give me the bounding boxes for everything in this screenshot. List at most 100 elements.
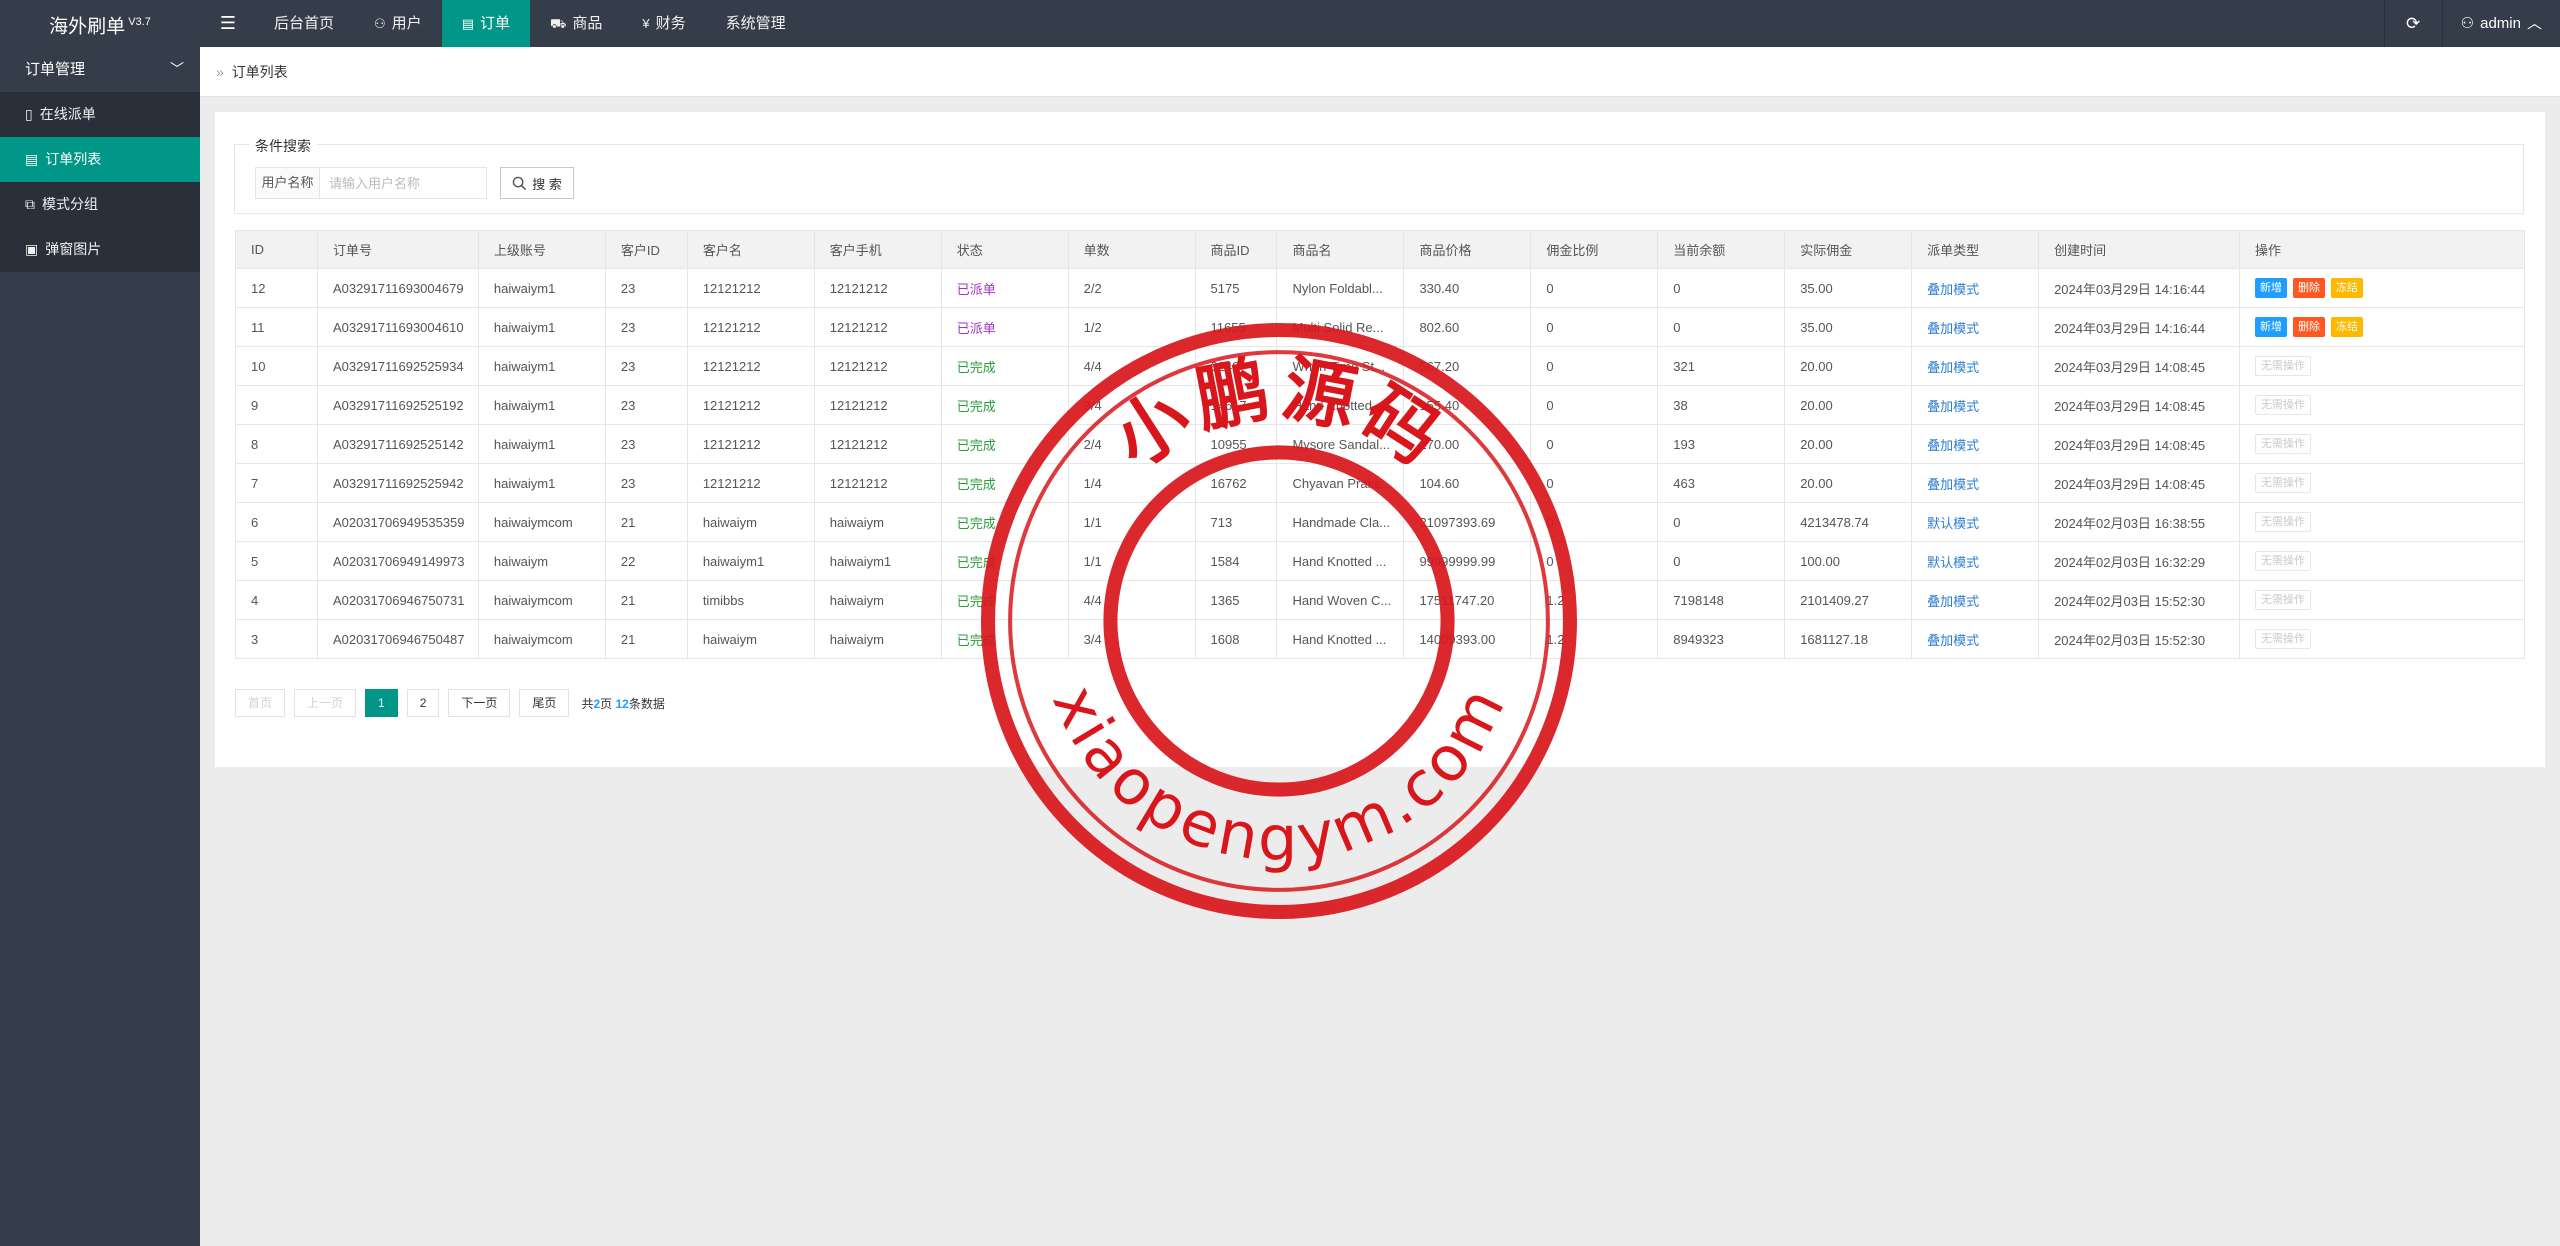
cell-ops: 无需操作 (2239, 463, 2525, 503)
cell-id: 6 (235, 502, 318, 542)
cell-mode[interactable]: 叠加模式 (1911, 424, 2040, 464)
sidebar-item-1[interactable]: ▤ 订单列表 (0, 137, 200, 182)
cell-status: 已派单 (940, 307, 1069, 347)
cell-pid: 10955 (1194, 424, 1278, 464)
sidebar: 订单管理 ﹀ ▯ 在线派单 ▤ 订单列表 ⧉ 模式分组 ▣ 弹窗图片 (0, 47, 200, 1246)
delete-button[interactable]: 删除 (2293, 278, 2326, 298)
cell-phone: haiwaiym (813, 580, 942, 620)
table-row: 8 A03291711692525142 haiwaiym1 23 12121212 12… (235, 424, 2525, 464)
nav-item-4[interactable]: ¥ 财务 (622, 0, 705, 47)
cell-pname: Multi Solid Re... (1276, 307, 1405, 347)
cell-pname: Hand Woven C... (1276, 580, 1405, 620)
user-menu[interactable]: ⚇ admin ︿ (2441, 0, 2560, 47)
sidebar-item-3[interactable]: ▣ 弹窗图片 (0, 227, 200, 272)
cell-comm: 20.00 (1784, 463, 1913, 503)
cell-cname: haiwaiym (686, 619, 815, 659)
cell-pname: Hand Knotted ... (1276, 385, 1405, 425)
search-button[interactable]: 搜 索 (500, 167, 574, 199)
nav-item-0[interactable]: 后台首页 (254, 0, 354, 47)
cell-order: A02031706949149973 (316, 541, 479, 581)
cell-pid: 11655 (1194, 307, 1278, 347)
next-page-button[interactable]: 下一页 (448, 689, 511, 717)
cell-mode[interactable]: 叠加模式 (1911, 268, 2040, 308)
cell-comm: 2101409.27 (1784, 580, 1913, 620)
list-icon: ▤ (25, 151, 39, 167)
cell-time: 2024年03月29日 14:08:45 (2038, 385, 2241, 425)
nav-item-2[interactable]: ▤ 订单 (441, 0, 530, 47)
cell-cname: timibbs (686, 580, 815, 620)
cell-mode[interactable]: 默认模式 (1911, 541, 2040, 581)
cell-cname: 12121212 (686, 463, 815, 503)
last-page-button[interactable]: 尾页 (519, 689, 570, 717)
cell-ratio: 0 (1530, 268, 1659, 308)
sidebar-group-order-management[interactable]: 订单管理 ﹀ (0, 47, 200, 92)
prev-page-button[interactable]: 上一页 (294, 689, 357, 717)
cell-price: 14009393.00 (1403, 619, 1532, 659)
chevron-up-icon: ︿ (2526, 15, 2542, 32)
cell-order: A02031706946750731 (316, 580, 479, 620)
cell-cid: 21 (604, 580, 688, 620)
sidebar-item-2[interactable]: ⧉ 模式分组 (0, 182, 200, 227)
nav-item-label: 系统管理 (725, 15, 786, 32)
page-1-button[interactable]: 1 (365, 689, 398, 717)
cell-mode[interactable]: 叠加模式 (1911, 463, 2040, 503)
cell-mode[interactable]: 默认模式 (1911, 502, 2040, 542)
breadcrumb-current[interactable]: 订单列表 (232, 64, 288, 80)
cell-parent: haiwaiymcom (477, 580, 606, 620)
cell-pname: Handmade Cla... (1276, 502, 1405, 542)
nav-item-label: 财务 (655, 15, 686, 32)
cell-mode[interactable]: 叠加模式 (1911, 580, 2040, 620)
delete-button[interactable]: 删除 (2293, 317, 2326, 337)
cell-mode[interactable]: 叠加模式 (1911, 385, 2040, 425)
sidebar-item-0[interactable]: ▯ 在线派单 (0, 92, 200, 137)
cell-phone: 12121212 (813, 346, 942, 386)
cell-order: A02031706946750487 (316, 619, 479, 659)
column-header: 单数 (1067, 230, 1196, 269)
cell-comm: 35.00 (1784, 268, 1913, 308)
table-row: 3 A02031706946750487 haiwaiymcom 21 haiwaiym… (235, 619, 2525, 659)
cell-cid: 23 (604, 346, 688, 386)
nav-item-3[interactable]: ⛟ 商品 (530, 0, 622, 47)
cell-mode[interactable]: 叠加模式 (1911, 346, 2040, 386)
user-name: admin (2480, 15, 2521, 32)
nav-item-label: 订单 (479, 15, 510, 32)
cell-ratio: 1.2 (1530, 619, 1659, 659)
cell-balance: 463 (1657, 463, 1786, 503)
cell-status: 已完成 (940, 463, 1069, 503)
file-icon: ▤ (461, 16, 474, 31)
menu-toggle-icon[interactable]: ☰ (202, 0, 254, 47)
freeze-button[interactable]: 冻结 (2331, 278, 2364, 298)
freeze-button[interactable]: 冻结 (2331, 317, 2364, 337)
no-action-button: 无需操作 (2255, 551, 2312, 571)
cell-time: 2024年02月03日 15:52:30 (2038, 580, 2241, 620)
cell-balance: 0 (1657, 541, 1786, 581)
nav-item-5[interactable]: 系统管理 (706, 0, 806, 47)
add-button[interactable]: 新增 (2255, 278, 2288, 298)
cell-order: A03291711693004610 (316, 307, 479, 347)
app-logo[interactable]: 海外刷单 V3.7 (0, 0, 200, 47)
cell-parent: haiwaiymcom (477, 502, 606, 542)
cell-pid: 14617 (1194, 385, 1278, 425)
cell-count: 3/4 (1067, 619, 1196, 659)
cell-mode[interactable]: 叠加模式 (1911, 619, 2040, 659)
first-page-button[interactable]: 首页 (235, 689, 286, 717)
cell-ops: 无需操作 (2239, 424, 2525, 464)
cell-time: 2024年02月03日 16:38:55 (2038, 502, 2241, 542)
username-search-input[interactable] (319, 167, 487, 199)
cell-phone: haiwaiym (813, 619, 942, 659)
cell-mode[interactable]: 叠加模式 (1911, 307, 2040, 347)
column-header: 订单号 (316, 230, 479, 269)
cell-price: 567.20 (1403, 346, 1532, 386)
cell-cname: 12121212 (686, 385, 815, 425)
cell-phone: 12121212 (813, 268, 942, 308)
cell-count: 1/2 (1067, 307, 1196, 347)
page-2-button[interactable]: 2 (406, 689, 440, 717)
cell-price: 330.40 (1403, 268, 1532, 308)
add-button[interactable]: 新增 (2255, 317, 2288, 337)
top-nav: 后台首页 ⚇ 用户 ▤ 订单 ⛟ 商品 ¥ 财务 系统管理 (254, 0, 806, 47)
no-action-button: 无需操作 (2255, 629, 2312, 649)
cell-cname: haiwaiym1 (686, 541, 815, 581)
refresh-icon[interactable]: ⟳ (2383, 0, 2442, 47)
username-label: 用户名称 (255, 167, 319, 199)
nav-item-1[interactable]: ⚇ 用户 (354, 0, 442, 47)
